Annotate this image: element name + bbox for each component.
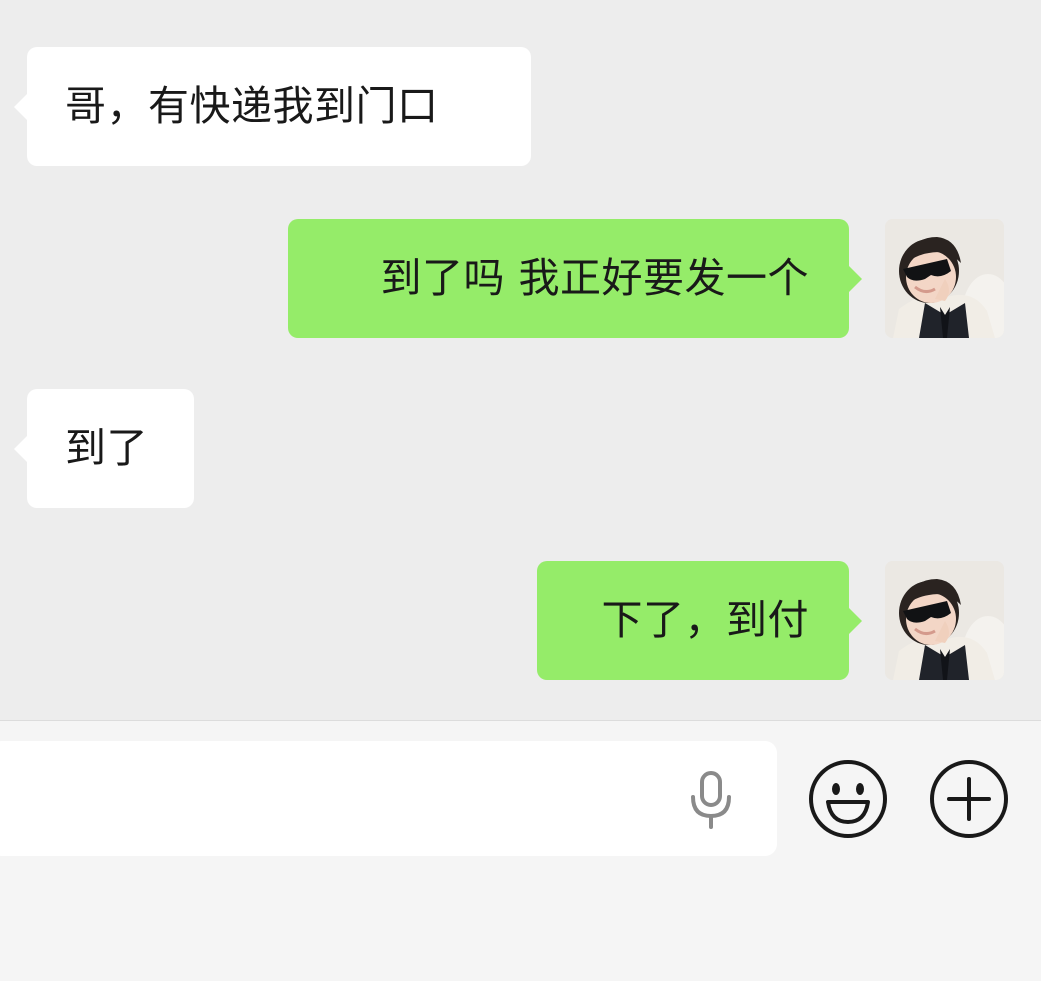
message-text: 到了 bbox=[65, 424, 148, 472]
input-bar bbox=[0, 721, 1041, 981]
avatar[interactable] bbox=[885, 219, 1004, 338]
message-bubble-outgoing[interactable]: 到了吗 我正好要发一个 bbox=[288, 219, 862, 338]
message-text: 到了吗 我正好要发一个 bbox=[380, 254, 809, 302]
microphone-icon[interactable] bbox=[688, 771, 734, 829]
avatar-photo bbox=[885, 561, 1004, 680]
message-text: 哥，有快递我到门口 bbox=[65, 82, 439, 130]
message-bubble-incoming[interactable]: 到了 bbox=[14, 389, 194, 508]
message-input[interactable] bbox=[0, 741, 777, 856]
message-bubble-outgoing[interactable]: 下了，到付 bbox=[537, 561, 862, 680]
chat-area: 哥，有快递我到门口 到了吗 我正好要发一个 到了 下了，到付 bbox=[0, 0, 1041, 720]
avatar[interactable] bbox=[885, 561, 1004, 680]
message-text: 下了，到付 bbox=[601, 596, 809, 644]
emoji-smile-icon[interactable] bbox=[807, 758, 889, 840]
avatar-photo bbox=[885, 219, 1004, 338]
message-bubble-incoming[interactable]: 哥，有快递我到门口 bbox=[14, 47, 531, 166]
plus-circle-icon[interactable] bbox=[928, 758, 1010, 840]
